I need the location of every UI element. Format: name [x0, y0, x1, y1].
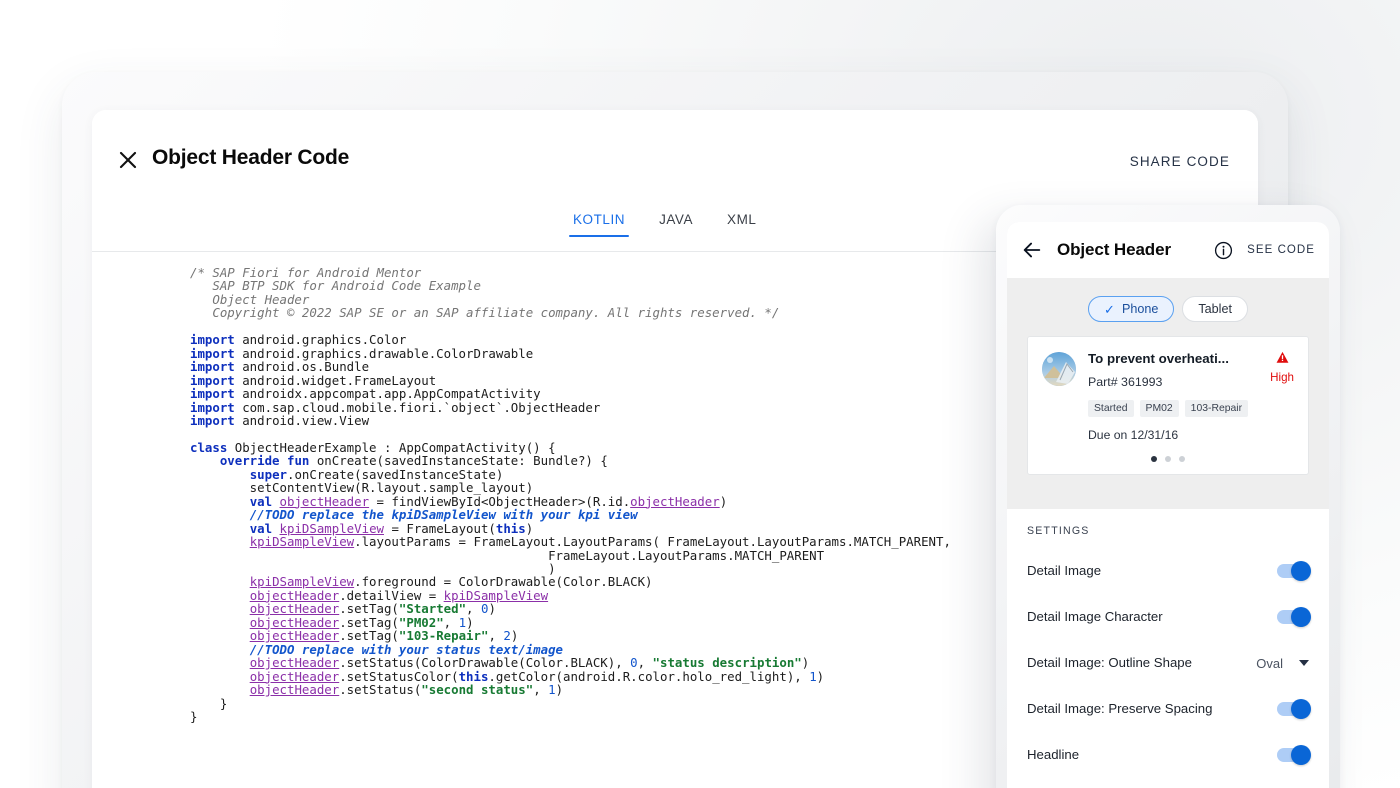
- toggle-detail-image-character[interactable]: [1277, 610, 1309, 624]
- share-code-button[interactable]: SHARE CODE: [1130, 154, 1230, 169]
- setting-row-preserve-spacing: Detail Image: Preserve Spacing: [1027, 686, 1309, 732]
- object-header-tags: Started PM02 103-Repair: [1088, 400, 1262, 417]
- select-value: Oval: [1256, 656, 1283, 671]
- chip-phone-label: Phone: [1122, 302, 1158, 316]
- chip-phone[interactable]: ✓ Phone: [1088, 296, 1174, 322]
- setting-label: Headline: [1027, 746, 1277, 765]
- setting-label: Detail Image: Preserve Spacing: [1027, 700, 1277, 719]
- setting-row-outline-shape: Detail Image: Outline Shape Oval: [1027, 640, 1309, 686]
- toggle-preserve-spacing[interactable]: [1277, 702, 1309, 716]
- object-header-subheadline: Part# 361993: [1088, 375, 1262, 389]
- carousel-dot[interactable]: [1151, 456, 1157, 462]
- code-sheet-header: Object Header Code SHARE CODE: [92, 110, 1258, 210]
- chip-tablet-label: Tablet: [1198, 302, 1232, 316]
- phone-app-bar: Object Header SEE CODE: [1007, 222, 1329, 278]
- status-badge: High: [1262, 351, 1294, 384]
- page-title: Object Header Code: [152, 146, 349, 170]
- setting-row-headline-lines: Headline: Number of Lines 1 – +: [1027, 778, 1309, 788]
- chevron-down-icon: [1299, 660, 1309, 666]
- toggle-knob: [1291, 561, 1311, 581]
- object-header-footnote: Due on 12/31/16: [1088, 428, 1262, 442]
- avatar: [1042, 352, 1076, 386]
- tag-item: 103-Repair: [1185, 400, 1248, 417]
- screenshot-stage: Object Header Code SHARE CODE KOTLIN JAV…: [0, 0, 1400, 788]
- carousel-dot[interactable]: [1165, 456, 1171, 462]
- toggle-knob: [1291, 699, 1311, 719]
- object-header-card[interactable]: To prevent overheati... Part# 361993 Sta…: [1027, 336, 1309, 475]
- tag-item: PM02: [1140, 400, 1179, 417]
- check-icon: ✓: [1104, 303, 1115, 316]
- setting-label: Detail Image: [1027, 562, 1277, 581]
- object-header-headline: To prevent overheati...: [1088, 351, 1262, 366]
- tab-kotlin[interactable]: KOTLIN: [573, 212, 625, 236]
- carousel-dot[interactable]: [1179, 456, 1185, 462]
- setting-row-headline: Headline: [1027, 732, 1309, 778]
- setting-label: Detail Image Character: [1027, 608, 1277, 627]
- toggle-knob: [1291, 745, 1311, 765]
- chip-tablet[interactable]: Tablet: [1182, 296, 1248, 322]
- toggle-headline[interactable]: [1277, 748, 1309, 762]
- tag-item: Started: [1088, 400, 1134, 417]
- arrow-left-icon[interactable]: [1021, 239, 1043, 261]
- object-header-text: To prevent overheati... Part# 361993 Sta…: [1076, 351, 1262, 442]
- setting-label: Detail Image: Outline Shape: [1027, 654, 1256, 673]
- object-header-row: To prevent overheati... Part# 361993 Sta…: [1042, 351, 1294, 442]
- info-circle-icon[interactable]: [1214, 241, 1233, 260]
- toggle-detail-image[interactable]: [1277, 564, 1309, 578]
- carousel-dots[interactable]: [1042, 456, 1294, 462]
- phone-page-title: Object Header: [1057, 240, 1171, 260]
- see-code-button[interactable]: SEE CODE: [1247, 244, 1315, 256]
- select-outline-shape[interactable]: Oval: [1256, 656, 1309, 671]
- close-icon[interactable]: [116, 148, 140, 172]
- setting-row-detail-image-character: Detail Image Character: [1027, 594, 1309, 640]
- settings-panel: SETTINGS Detail Image Detail Image Chara…: [1007, 509, 1329, 788]
- settings-heading: SETTINGS: [1027, 525, 1309, 537]
- device-type-toggle: ✓ Phone Tablet: [1007, 278, 1329, 336]
- warning-triangle-icon: [1270, 351, 1294, 366]
- tab-java[interactable]: JAVA: [659, 212, 693, 236]
- setting-row-detail-image: Detail Image: [1027, 548, 1309, 594]
- tab-xml[interactable]: XML: [727, 212, 756, 236]
- toggle-knob: [1291, 607, 1311, 627]
- phone-screen: Object Header SEE CODE ✓ Phone Tablet: [1007, 222, 1329, 788]
- status-text: High: [1270, 371, 1294, 384]
